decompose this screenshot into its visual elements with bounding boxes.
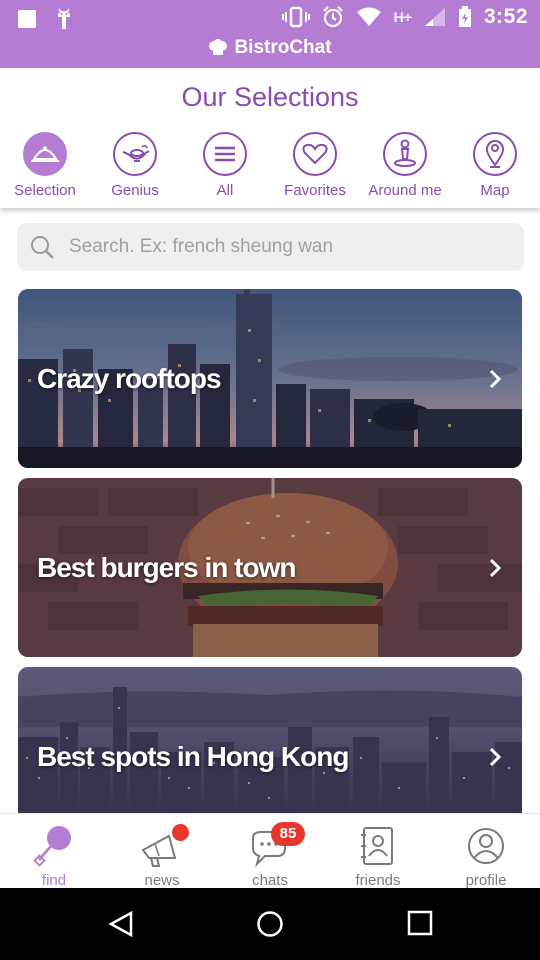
tab-find[interactable]: find [0,814,108,889]
tab-friends[interactable]: friends [324,814,432,889]
chevron-right-icon [489,558,502,577]
card-title: Best burgers in town [37,551,296,583]
category-label: All [216,182,234,199]
tab-profile[interactable]: profile [432,814,540,889]
alarm-icon [322,6,343,28]
chat-bubble-icon: 85 [247,822,305,868]
category-label: Genius [111,182,159,199]
status-left [18,8,74,30]
clock: 3:52 [483,5,528,28]
news-notification-dot [172,824,189,841]
contacts-book-icon [355,824,401,868]
user-icon [463,824,509,868]
chef-hat-icon [209,39,228,55]
tab-label: find [41,872,67,889]
signal-icon [424,8,445,26]
chats-unread-badge: 85 [271,822,305,846]
card-title: Best spots in Hong Kong [37,740,349,772]
selection-card-hong-kong[interactable]: Best spots in Hong Kong [18,667,522,813]
search-input[interactable] [69,236,489,258]
selection-list: Crazy rooftops Best burgers in town Best… [18,289,522,813]
tab-label: friends [355,872,401,889]
tab-chats[interactable]: 85 chats [216,814,324,889]
app-name: BistroChat [234,37,332,58]
chevron-right-icon [489,369,502,388]
list-icon [203,132,247,176]
tab-label: profile [465,872,507,889]
genie-lamp-icon [113,132,157,176]
category-label: Map [480,182,510,199]
search-bar [17,223,524,271]
app-title: BistroChat [0,37,540,59]
back-icon[interactable] [107,910,135,938]
android-icon [58,8,70,29]
map-pin-icon [473,132,517,176]
category-label: Favorites [284,182,346,199]
system-navigation-bar [0,888,540,960]
chevron-right-icon [489,747,502,766]
bottom-tab-bar: find news 85 chats friends profile [0,813,540,889]
status-right: H+ 3:52 [281,5,528,29]
category-all[interactable]: All [180,132,270,199]
category-bar: Selection Genius All Favorites Around me [0,132,540,200]
category-label: Selection [14,182,76,199]
category-selection[interactable]: Selection [0,132,90,199]
search-icon [31,236,54,259]
search-bubble-icon [31,824,77,868]
selection-card-burgers[interactable]: Best burgers in town [18,478,522,657]
notification-square-icon [18,10,36,28]
category-label: Around me [368,182,442,199]
person-pin-icon [383,132,427,176]
page-title: Our Selections [181,82,359,112]
category-map[interactable]: Map [450,132,540,199]
megaphone-icon [139,824,189,868]
network-type-label: H+ [393,9,412,25]
battery-icon [458,6,471,27]
card-title: Crazy rooftops [37,362,222,394]
status-bar: H+ 3:52 BistroChat [0,0,540,68]
vibrate-icon [281,6,310,28]
selection-card-rooftops[interactable]: Crazy rooftops [18,289,522,468]
tab-label: chats [252,872,288,889]
recents-icon[interactable] [407,910,433,936]
heart-icon [293,132,337,176]
tab-news[interactable]: news [108,814,216,889]
home-icon[interactable] [256,910,284,938]
category-favorites[interactable]: Favorites [270,132,360,199]
category-around-me[interactable]: Around me [360,132,450,199]
selections-header: Our Selections Selection Genius All Favo… [0,68,540,208]
cloche-icon [23,132,67,176]
category-genius[interactable]: Genius [90,132,180,199]
tab-label: news [144,872,180,889]
wifi-icon [356,7,381,26]
